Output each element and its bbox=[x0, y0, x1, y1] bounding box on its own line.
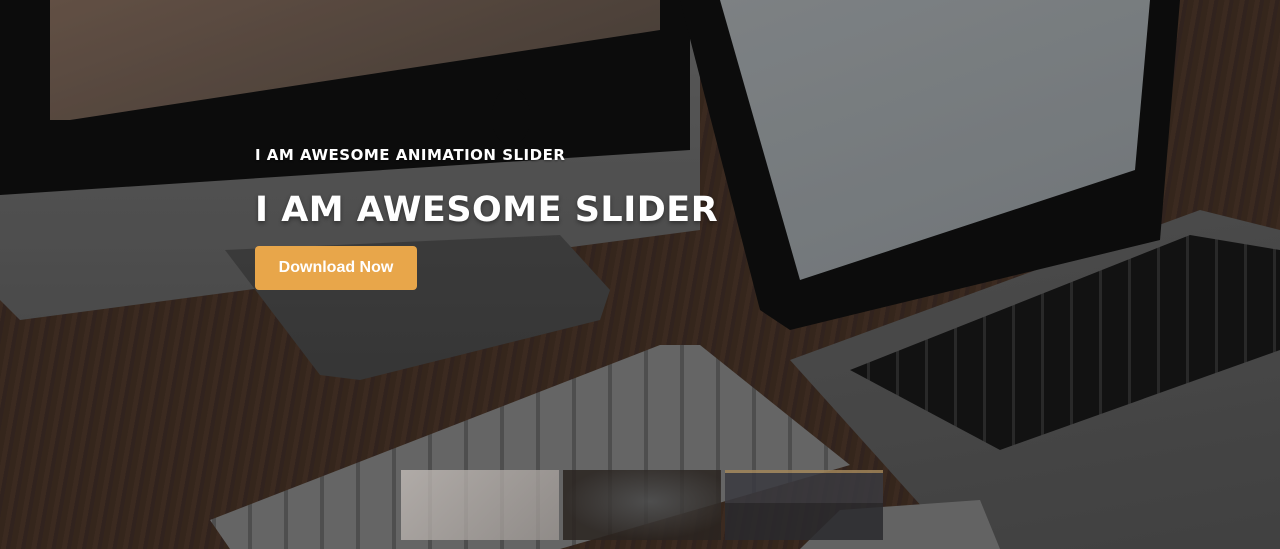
slide-thumbnails bbox=[401, 470, 883, 540]
slide-subtitle: I AM AWESOME ANIMATION SLIDER bbox=[255, 146, 566, 164]
hero-slider: I AM AWESOME ANIMATION SLIDER I AM AWESO… bbox=[0, 0, 1280, 549]
download-now-button[interactable]: Download Now bbox=[255, 246, 417, 290]
slide-title: I AM AWESOME SLIDER bbox=[255, 190, 719, 230]
thumbnail-slide-2[interactable] bbox=[563, 470, 721, 540]
thumbnail-slide-1[interactable] bbox=[401, 470, 559, 540]
slide-caption: I AM AWESOME ANIMATION SLIDER I AM AWESO… bbox=[255, 146, 718, 290]
thumbnail-slide-3[interactable] bbox=[725, 470, 883, 540]
